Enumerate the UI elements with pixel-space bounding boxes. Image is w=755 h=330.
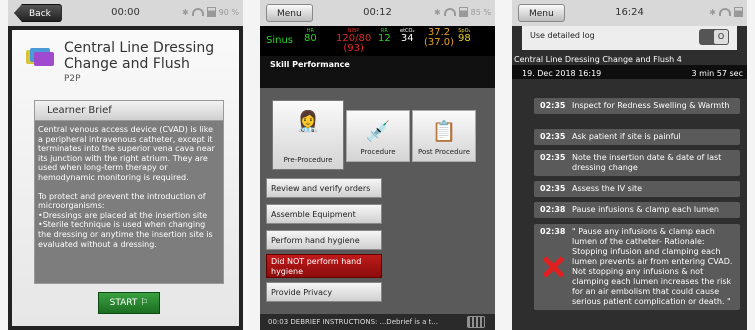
syringe-icon: 💉 [365, 119, 391, 143]
detailed-log-label: Use detailed log [530, 31, 595, 40]
log-date: 19. Dec 2018 16:19 [522, 69, 602, 78]
wifi-icon [719, 8, 731, 16]
log-entry[interactable]: 02:38 Pause infusions & clamp each lumen [534, 202, 740, 218]
scenario-subtitle: P2P [64, 74, 81, 84]
battery-icon [206, 7, 216, 17]
log-entry[interactable]: 02:35 Inspect for Redness Swelling & War… [534, 98, 740, 114]
action-item[interactable]: Review and verify orders [266, 178, 382, 198]
wifi-icon [443, 8, 456, 16]
flag-icon: ⚐ [140, 298, 149, 308]
log-duration: 3 min 57 sec [691, 69, 743, 78]
phase-tabs: 👩‍⚕️ Pre-Procedure 💉 Procedure 📋 Post Pr… [272, 100, 486, 170]
brief-paragraph: To protect and prevent the introduction … [38, 191, 213, 249]
action-item[interactable]: Assemble Equipment [266, 204, 382, 224]
log-title: Central Line Dressing Change and Flush 4 [514, 55, 682, 64]
keyboard-icon[interactable] [467, 316, 485, 328]
detailed-log-row: Use detailed log O [522, 26, 737, 50]
scenario-cards-icon [26, 46, 54, 68]
learner-brief-body: Central venous access device (CVAD) is l… [35, 121, 223, 262]
battery-icon [734, 7, 743, 17]
battery-percent: 85 % [470, 7, 491, 17]
tab-pre-procedure[interactable]: 👩‍⚕️ Pre-Procedure [272, 100, 344, 170]
bluetooth-icon: ✱ [433, 7, 441, 17]
section-title: Skill Performance [270, 60, 350, 69]
learner-brief-header: Learner Brief [35, 101, 223, 121]
detailed-log-toggle[interactable]: O [699, 29, 729, 45]
start-label: START [109, 298, 138, 308]
skill-panel: 👩‍⚕️ Pre-Procedure 💉 Procedure 📋 Post Pr… [260, 88, 495, 330]
log-entry-time: 02:35 [540, 132, 566, 141]
tab-post-procedure[interactable]: 📋 Post Procedure [412, 110, 476, 162]
learner-brief: Learner Brief Central venous access devi… [34, 100, 224, 284]
vitals-monitor: Sinus HR 80 NIBP 120/80 (93) RR 12 etCO₂ 34 3… [260, 26, 495, 56]
screen-skill-performance: Menu 00:12 ✱ 85 % Sinus HR 80 NIBP 120/80(… [260, 0, 495, 330]
log-entry[interactable]: 02:35 Assess the IV site [534, 181, 740, 197]
toggle-knob: O [714, 30, 728, 44]
log-entry-text: Pause infusions & clamp each lumen [572, 205, 719, 214]
log-meta: 19. Dec 2018 16:19 3 min 57 sec [512, 65, 747, 79]
screen-learner-brief: Back 00:00 ✱ 90 % Central Line Dressing … [8, 0, 243, 330]
nurse-icon: 👩‍⚕️ [295, 109, 321, 133]
log-entry-text: Note the insertion date & date of last d… [572, 153, 722, 172]
clipboard-icon: 📋 [431, 119, 457, 143]
status-icons: ✱ 90 % [182, 7, 239, 17]
log-entry-time: 02:38 [540, 205, 566, 214]
log-entry-time: 02:35 [540, 184, 566, 193]
log-panel: Use detailed log O Central Line Dressing… [512, 26, 747, 330]
bluetooth-icon: ✱ [181, 7, 189, 17]
vital-hr: HR 80 [304, 28, 317, 44]
battery-icon [458, 7, 468, 17]
action-item-selected[interactable]: Did NOT perform hand hygiene [266, 254, 382, 278]
vital-etco2: etCO₂ 34 [400, 28, 415, 44]
vital-nibp: NIBP 120/80 (93) [336, 28, 372, 54]
scenario-panel: Central Line Dressing Change and Flush P… [12, 30, 239, 326]
log-entry-text: Inspect for Redness Swelling & Warmth [572, 101, 730, 110]
action-item[interactable]: Provide Privacy [266, 282, 382, 302]
tab-procedure[interactable]: 💉 Procedure [346, 110, 410, 162]
status-bar: Menu 00:12 ✱ 85 % [260, 0, 495, 26]
log-entry-text: Assess the IV site [572, 184, 643, 193]
screen-event-log: Menu 16:24 ✱ Use detailed log O Central … [512, 0, 747, 330]
status-icons: ✱ 85 % [434, 7, 491, 17]
log-entry-time: 02:35 [540, 101, 566, 110]
bluetooth-icon: ✱ [709, 7, 716, 17]
log-entry-text: " Pause any infusions & clamp each lumen… [572, 227, 733, 306]
action-item[interactable]: Perform hand hygiene [266, 230, 382, 250]
status-bar: Back 00:00 ✱ 90 % [8, 0, 243, 26]
wifi-icon [191, 8, 204, 16]
brief-paragraph: Central venous access device (CVAD) is l… [38, 125, 215, 182]
debrief-ticker[interactable]: 00:03 DEBRIEF INSTRUCTIONS: ...Debrief i… [260, 314, 495, 330]
log-entry-time: 02:38 [540, 227, 566, 236]
vital-temp: 37.2 (37.0) [424, 27, 455, 48]
scenario-title: Central Line Dressing Change and Flush [64, 40, 215, 72]
log-entry[interactable]: 02:35 Ask patient if site is painful [534, 129, 740, 145]
battery-percent: 90 % [218, 7, 239, 17]
error-x-icon [542, 256, 564, 278]
start-button[interactable]: START ⚐ [98, 292, 160, 314]
vital-rhythm: Sinus [266, 35, 294, 46]
log-entry-time: 02:35 [540, 153, 566, 162]
vital-rr: RR 12 [378, 28, 391, 44]
status-icons: ✱ [709, 7, 743, 17]
log-entry[interactable]: 02:35 Note the insertion date & date of … [534, 150, 740, 176]
vital-spo2: SpO₂ 98 [458, 28, 471, 44]
log-entry-text: Ask patient if site is painful [572, 132, 681, 141]
log-entry-error[interactable]: 02:38 " Pause any infusions & clamp each… [534, 224, 740, 310]
status-bar: Menu 16:24 ✱ [512, 0, 747, 26]
